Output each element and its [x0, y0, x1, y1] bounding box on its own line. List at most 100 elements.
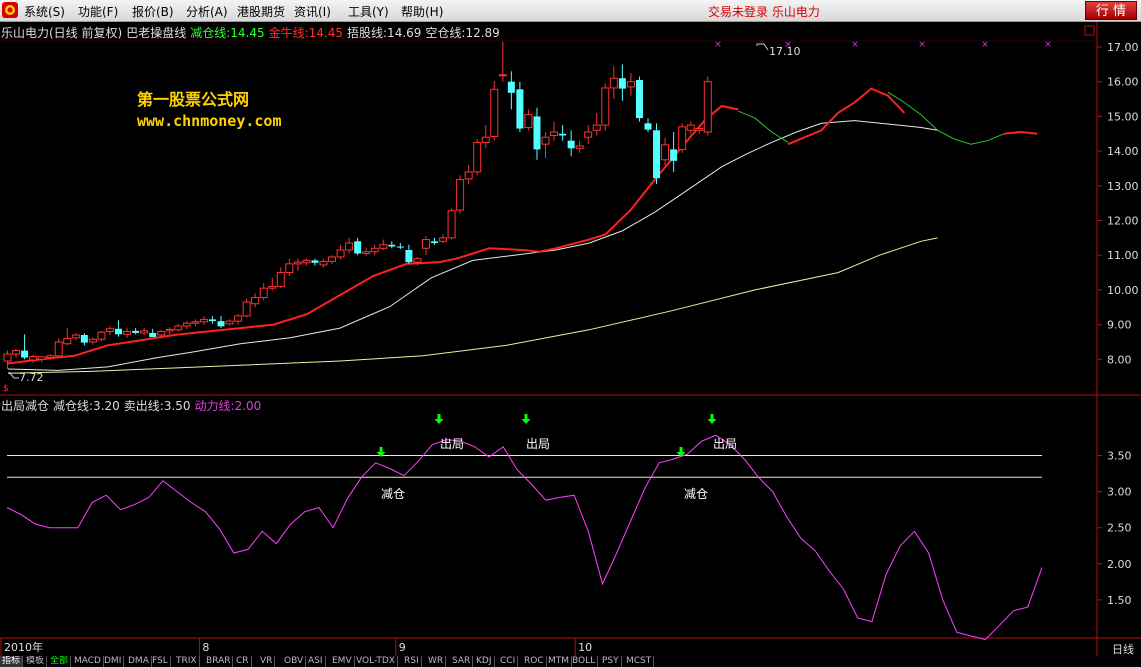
tab-kdj[interactable]: KDJ	[474, 656, 495, 667]
candle-body	[524, 114, 533, 129]
candle-body	[396, 246, 404, 248]
sub-legend: 出局减仓 减仓线:3.20 卖出线:3.50 动力线:2.00	[1, 397, 265, 414]
tab-cci[interactable]: CCI	[498, 656, 519, 667]
watermark-title: 第一股票公式网	[137, 90, 250, 109]
tab-asi[interactable]: ASI	[306, 656, 326, 667]
main-legend: 乐山电力(日线 前复权) 巴老操盘线 减仓线:14.45 金牛线:14.45 捂股线:1…	[1, 24, 504, 41]
legend-jinniu: 金牛线:14.45	[268, 26, 344, 40]
candle-body	[88, 338, 97, 343]
tab-mtm[interactable]: MTM	[546, 656, 573, 667]
tab-brar[interactable]: BRAR	[204, 656, 234, 667]
candle-body	[584, 131, 593, 138]
candle-body	[695, 128, 704, 131]
candle-body	[592, 124, 601, 131]
candle-body	[541, 136, 550, 145]
candle-body	[268, 285, 277, 289]
candle-body	[225, 320, 234, 325]
candle	[635, 76, 643, 122]
tab-全部[interactable]: 全部	[48, 656, 72, 667]
candle-body	[567, 140, 575, 149]
candle	[703, 76, 712, 136]
candle-body	[439, 237, 448, 242]
price-tick-label: 12.00	[1107, 215, 1139, 228]
date-tick-label: 8	[202, 641, 209, 654]
candle-body	[370, 247, 379, 253]
tab-emv[interactable]: EMV	[330, 656, 355, 667]
tab-roc[interactable]: ROC	[522, 656, 547, 667]
candle-body	[661, 144, 670, 161]
period-label: 日线	[1112, 643, 1134, 656]
candle-body	[601, 87, 610, 126]
candle-body	[242, 301, 251, 317]
candle-body	[516, 89, 524, 129]
candle-body	[259, 287, 268, 299]
candle-body	[379, 244, 388, 249]
candle-body	[311, 260, 319, 263]
candle-body	[97, 331, 106, 340]
signal-chuju-2: 出局	[526, 437, 550, 451]
tab-mcst[interactable]: MCST	[624, 656, 655, 667]
candle-body	[686, 124, 695, 131]
top-mark: ×	[1044, 40, 1052, 50]
tab-模板[interactable]: 模板	[24, 656, 48, 667]
price-tick-label: 15.00	[1107, 110, 1139, 123]
osc-tick-label: 1.50	[1107, 594, 1132, 607]
price-tick-label: 14.00	[1107, 145, 1139, 158]
candle-body	[46, 355, 55, 359]
candle-body	[199, 318, 208, 323]
candle-body	[388, 244, 396, 247]
tab-wr[interactable]: WR	[426, 656, 447, 667]
candle-body	[336, 249, 345, 258]
low-label: 7.72	[19, 371, 44, 384]
candle-body	[115, 328, 123, 335]
tab-dma[interactable]: DMA	[126, 656, 152, 667]
tab-sar[interactable]: SAR	[450, 656, 474, 667]
watermark-url: www.chnmoney.com	[137, 112, 282, 130]
candle-body	[507, 81, 515, 93]
legend-zhuogu: 捂股线:14.69	[347, 26, 422, 40]
tab-vol-tdx[interactable]: VOL-TDX	[354, 656, 398, 667]
tab-vr[interactable]: VR	[258, 656, 276, 667]
candle-body	[208, 319, 216, 322]
top-mark: ×	[714, 40, 722, 50]
candle-body	[533, 116, 541, 150]
sub-dongli: 动力线:2.00	[194, 399, 262, 413]
tab-psy[interactable]: PSY	[600, 656, 622, 667]
candle	[653, 123, 661, 185]
signal-jiancang-2: 减仓	[684, 487, 708, 501]
candle-body	[37, 356, 46, 360]
tab-dmi[interactable]: DMI	[102, 656, 125, 667]
candle-body	[302, 259, 311, 264]
tab-cr[interactable]: CR	[234, 656, 252, 667]
tab-macd[interactable]: MACD	[72, 656, 104, 667]
candle-body	[490, 88, 499, 138]
sub-jiancang: 减仓线:3.20	[53, 399, 120, 413]
candle-body	[609, 77, 618, 89]
candle-body	[123, 331, 132, 335]
sub-name: 出局减仓	[1, 399, 50, 413]
candle-body	[191, 321, 200, 324]
candle-body	[670, 149, 678, 161]
candle-body	[575, 145, 584, 149]
candle-body	[431, 241, 438, 244]
candle-body	[105, 328, 114, 333]
tab-obv[interactable]: OBV	[282, 656, 307, 667]
price-tick-label: 8.00	[1107, 353, 1132, 366]
candle-body	[54, 341, 63, 357]
tab-fsl[interactable]: FSL	[150, 656, 171, 667]
candle	[473, 138, 482, 176]
signal-chuju-1: 出局	[440, 437, 464, 451]
candle	[456, 175, 465, 214]
top-mark: ×	[981, 40, 989, 50]
candle-body	[644, 123, 652, 130]
candle-body	[413, 258, 422, 263]
candle-body	[140, 330, 149, 334]
top-mark: ×	[918, 40, 926, 50]
stock-name: 乐山电力(日线 前复权)	[1, 26, 123, 40]
tab-boll[interactable]: BOLL	[570, 656, 599, 667]
tab-指标[interactable]: 指标	[0, 656, 24, 667]
price-tick-label: 17.00	[1107, 41, 1139, 54]
tab-trix[interactable]: TRIX	[174, 656, 200, 667]
date-tick-label: 9	[399, 641, 406, 654]
tab-rsi[interactable]: RSI	[402, 656, 422, 667]
